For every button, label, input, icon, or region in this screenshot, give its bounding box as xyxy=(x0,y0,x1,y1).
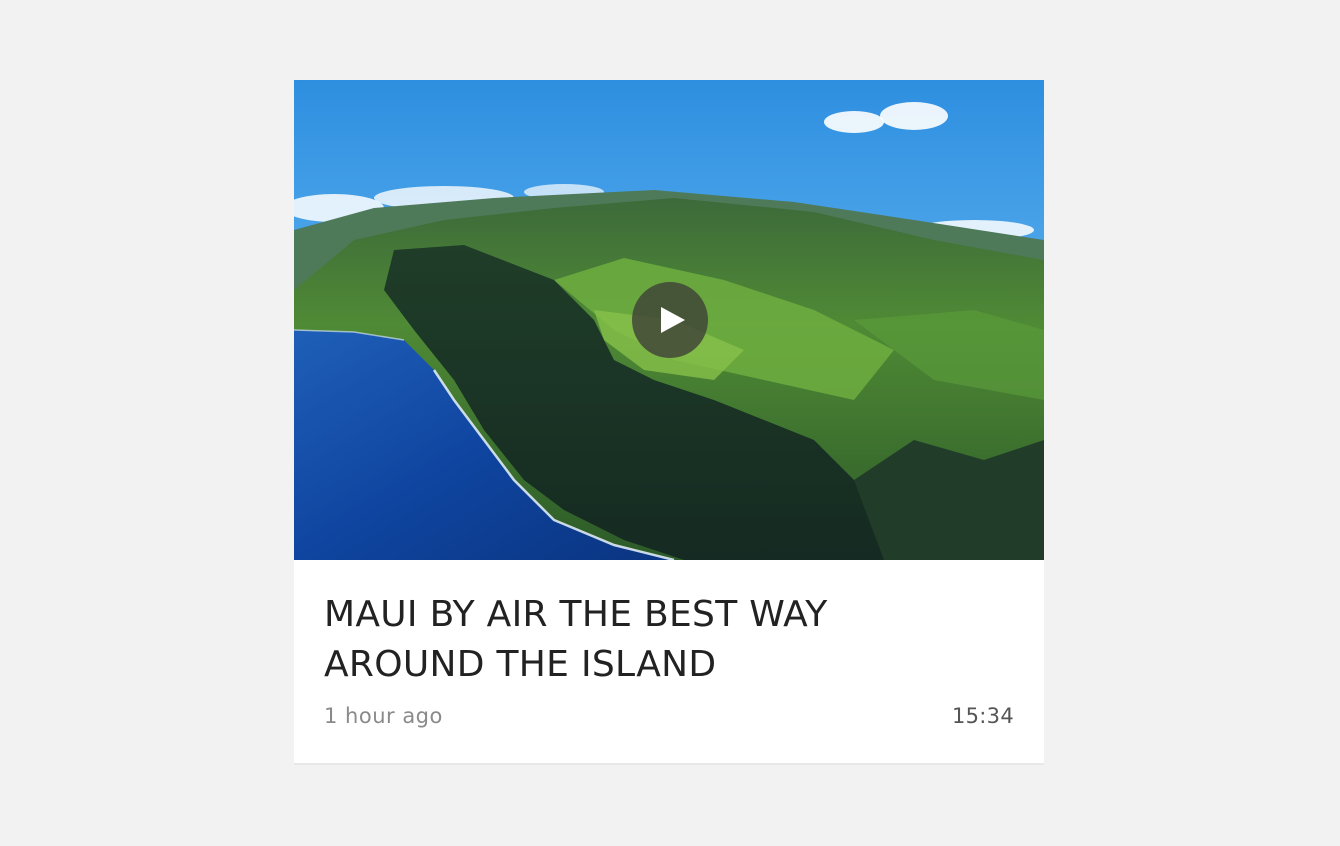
video-duration: 15:34 xyxy=(951,704,1014,728)
video-card[interactable]: MAUI BY AIR THE BEST WAY AROUND THE ISLA… xyxy=(294,80,1044,763)
video-info: MAUI BY AIR THE BEST WAY AROUND THE ISLA… xyxy=(294,560,1044,690)
play-icon xyxy=(660,307,685,333)
play-button[interactable] xyxy=(632,282,708,358)
video-thumbnail[interactable] xyxy=(294,80,1044,560)
video-meta: 1 hour ago 15:34 xyxy=(324,704,1014,728)
video-title[interactable]: MAUI BY AIR THE BEST WAY AROUND THE ISLA… xyxy=(324,590,884,690)
posted-time: 1 hour ago xyxy=(324,704,443,728)
